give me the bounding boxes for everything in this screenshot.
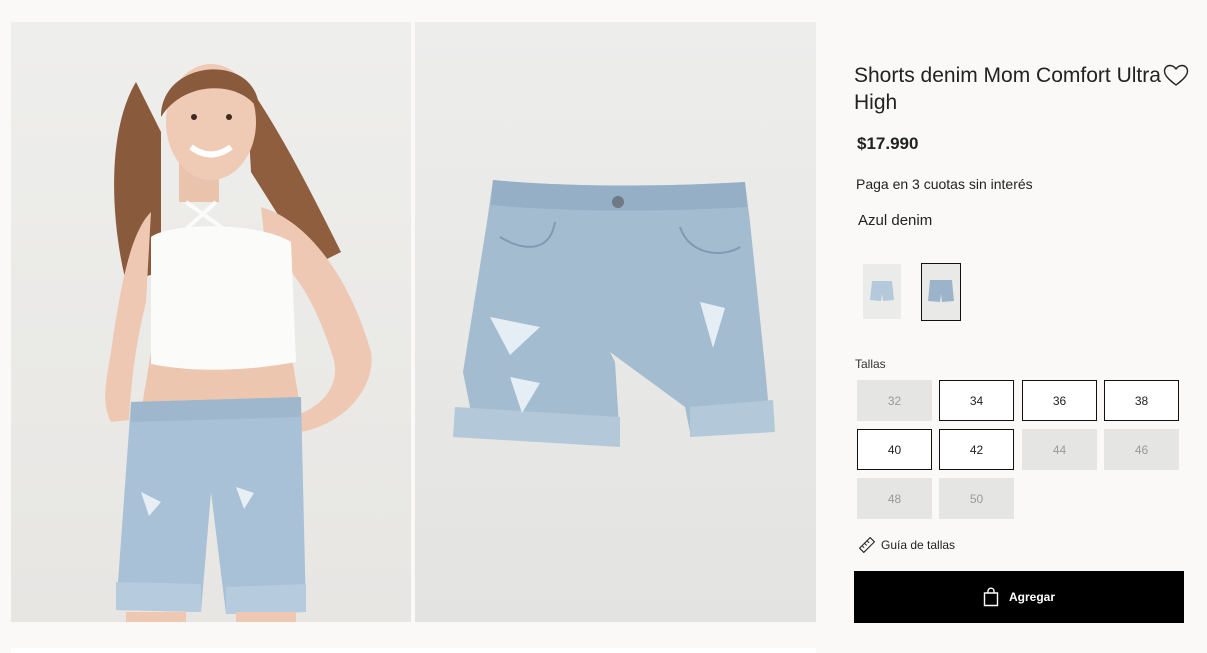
add-to-bag-label: Agregar — [1008, 590, 1055, 604]
product-page: Shorts denim Mom Comfort Ultra High $17.… — [0, 0, 1207, 653]
shorts-illustration — [453, 180, 775, 447]
page-divider — [11, 648, 816, 653]
size-option-50: 50 — [939, 478, 1014, 519]
swatch-shorts-image — [863, 264, 901, 319]
model-photo[interactable] — [11, 22, 411, 622]
swatch-shorts-image — [922, 264, 960, 320]
product-info-panel: Shorts denim Mom Comfort Ultra High $17.… — [816, 0, 1207, 653]
ruler-icon — [859, 537, 875, 553]
size-option-42[interactable]: 42 — [939, 429, 1014, 470]
size-option-32: 32 — [857, 380, 932, 421]
add-to-bag-button[interactable]: Agregar — [854, 571, 1184, 623]
color-swatch-light[interactable] — [863, 264, 901, 319]
size-option-38[interactable]: 38 — [1104, 380, 1179, 421]
size-option-44: 44 — [1022, 429, 1097, 470]
selected-color-name: Azul denim — [858, 212, 933, 229]
heart-icon — [1163, 64, 1189, 86]
product-title: Shorts denim Mom Comfort Ultra High — [854, 64, 1161, 114]
model-illustration — [105, 64, 372, 622]
product-price: $17.990 — [857, 134, 919, 153]
product-photo[interactable] — [415, 22, 816, 622]
size-guide-link[interactable]: Guía de tallas — [859, 537, 955, 553]
size-option-48: 48 — [857, 478, 932, 519]
installments-text: Paga en 3 cuotas sin interés — [856, 176, 1033, 192]
size-option-40[interactable]: 40 — [857, 429, 932, 470]
favorite-button[interactable] — [1163, 64, 1189, 88]
sizes-label: Tallas — [855, 357, 886, 371]
shopping-bag-icon — [983, 587, 999, 607]
color-swatch-denim-selected[interactable] — [921, 263, 961, 321]
size-guide-label: Guía de tallas — [881, 538, 956, 552]
size-option-34[interactable]: 34 — [939, 380, 1014, 421]
size-option-46: 46 — [1104, 429, 1179, 470]
size-option-36[interactable]: 36 — [1022, 380, 1097, 421]
